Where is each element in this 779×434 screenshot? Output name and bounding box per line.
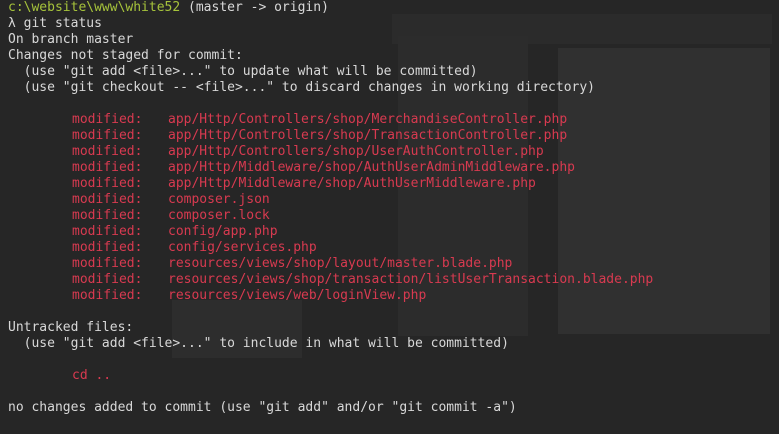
hint-add-line: (use "git add <file>..." to update what … xyxy=(8,64,478,79)
terminal-output: c:\website\www\white52 (master -> origin… xyxy=(8,0,779,416)
modified-label: modified: xyxy=(72,256,143,271)
prompt-symbol: λ xyxy=(8,16,16,31)
prompt-path: c:\website\www\white52 xyxy=(8,0,181,15)
modified-label: modified: xyxy=(72,112,143,127)
modified-file-path: app/Http/Controllers/shop/TransactionCon… xyxy=(168,128,568,143)
modified-label: modified: xyxy=(72,176,143,191)
modified-file-path: resources/views/shop/layout/master.blade… xyxy=(168,256,513,271)
modified-file-path: app/Http/Controllers/shop/MerchandiseCon… xyxy=(168,112,568,127)
modified-file-row: modified: composer.lock xyxy=(8,208,779,224)
modified-file-path: config/app.php xyxy=(168,224,278,239)
modified-files-list: modified: app/Http/Controllers/shop/Merch… xyxy=(8,112,779,304)
prompt-line: c:\website\www\white52 (master -> origin… xyxy=(8,0,779,16)
modified-label: modified: xyxy=(72,128,143,143)
modified-label: modified: xyxy=(72,272,143,287)
untracked-file-row: cd .. xyxy=(72,368,112,383)
changes-header: Changes not staged for commit: xyxy=(8,48,243,63)
modified-label: modified: xyxy=(72,160,143,175)
hint-checkout-line: (use "git checkout -- <file>..." to disc… xyxy=(8,80,595,95)
untracked-hint-line: (use "git add <file>..." to include in w… xyxy=(8,336,509,351)
modified-label: modified: xyxy=(72,208,143,223)
modified-label: modified: xyxy=(72,192,143,207)
modified-file-row: modified: resources/views/web/loginView.p… xyxy=(8,288,779,304)
modified-file-row: modified: app/Http/Middleware/shop/AuthUs… xyxy=(8,160,779,176)
modified-label: modified: xyxy=(72,288,143,303)
modified-file-row: modified: composer.json xyxy=(8,192,779,208)
modified-file-path: resources/views/web/loginView.php xyxy=(168,288,427,303)
modified-file-row: modified: resources/views/shop/layout/mas… xyxy=(8,256,779,272)
modified-label: modified: xyxy=(72,224,143,239)
modified-file-row: modified: app/Http/Controllers/shop/Merch… xyxy=(8,112,779,128)
modified-file-path: app/Http/Middleware/shop/AuthUserAdminMi… xyxy=(168,160,575,175)
untracked-header: Untracked files: xyxy=(8,320,134,335)
untracked-files-list: cd .. xyxy=(8,368,779,384)
modified-file-row: modified: config/services.php xyxy=(8,240,779,256)
modified-file-row: modified: config/app.php xyxy=(8,224,779,240)
on-branch-line: On branch master xyxy=(8,32,134,47)
modified-file-row: modified: resources/views/shop/transactio… xyxy=(8,272,779,288)
modified-label: modified: xyxy=(72,240,143,255)
modified-file-path: composer.json xyxy=(168,192,270,207)
modified-file-path: app/Http/Controllers/shop/UserAuthContro… xyxy=(168,144,544,159)
modified-file-row: modified: app/Http/Controllers/shop/Trans… xyxy=(8,128,779,144)
modified-file-path: config/services.php xyxy=(168,240,317,255)
modified-file-row: modified: app/Http/Middleware/shop/AuthUs… xyxy=(8,176,779,192)
modified-file-row: modified: app/Http/Controllers/shop/UserA… xyxy=(8,144,779,160)
terminal-window[interactable]: c:\website\www\white52 (master -> origin… xyxy=(0,0,779,434)
modified-file-path: app/Http/Middleware/shop/AuthUserMiddlew… xyxy=(168,176,536,191)
footer-line: no changes added to commit (use "git add… xyxy=(8,400,517,415)
modified-file-path: resources/views/shop/transaction/listUse… xyxy=(168,272,654,287)
command-line: λ git status xyxy=(8,16,779,32)
modified-file-path: composer.lock xyxy=(168,208,270,223)
modified-label: modified: xyxy=(72,144,143,159)
command-text: git status xyxy=(15,16,102,31)
prompt-branch-info: (master -> origin) xyxy=(180,0,329,15)
